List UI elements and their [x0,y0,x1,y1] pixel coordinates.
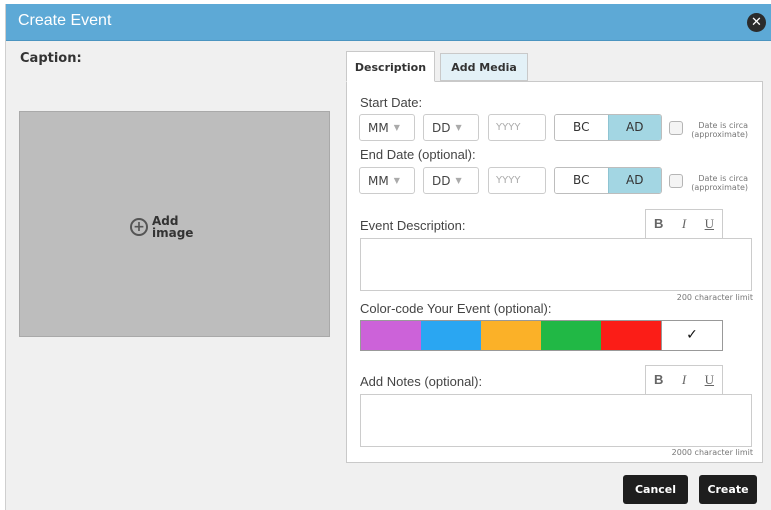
start-day-select[interactable]: DD ▼ [423,114,479,141]
chevron-down-icon: ▼ [393,123,400,132]
add-notes-textarea[interactable] [360,394,752,447]
italic-button[interactable]: I [671,210,696,238]
description-char-limit: 200 character limit [676,293,753,302]
start-era-toggle: BC AD [554,114,662,141]
end-era-bc-button[interactable]: BC [555,168,608,193]
plus-circle-icon: + [130,218,148,236]
end-day-value: DD [432,174,451,188]
caption-label: Caption: [20,51,82,66]
color-swatch-white[interactable]: ✓ [661,321,722,350]
start-date-label: Start Date: [360,95,423,110]
event-description-label: Event Description: [360,218,466,233]
start-circa-checkbox[interactable] [669,121,683,135]
end-year-input[interactable]: YYYY [488,167,546,194]
dialog-title: Create Event [18,12,112,29]
close-icon[interactable]: ✕ [747,13,766,32]
start-circa-line1: Date is circa [698,121,748,130]
end-date-label: End Date (optional): [360,147,476,162]
underline-button[interactable]: U [697,366,722,394]
start-month-select[interactable]: MM ▼ [359,114,415,141]
end-month-select[interactable]: MM ▼ [359,167,415,194]
chevron-down-icon: ▼ [455,176,462,185]
color-swatches: ✓ [360,320,723,351]
create-event-dialog: Create Event ✕ Caption: + Add image Desc… [5,4,771,510]
color-swatch-blue[interactable] [421,321,481,350]
start-era-bc-button[interactable]: BC [555,115,608,140]
end-circa-label: Date is circa (approximate) [686,174,748,192]
bold-button[interactable]: B [646,366,671,394]
italic-button[interactable]: I [671,366,696,394]
bold-button[interactable]: B [646,210,671,238]
end-circa-line1: Date is circa [698,174,748,183]
color-swatch-red[interactable] [601,321,661,350]
start-circa-line2: (approximate) [691,130,748,139]
color-code-label: Color-code Your Event (optional): [360,301,552,316]
chevron-down-icon: ▼ [393,176,400,185]
description-panel: Start Date: MM ▼ DD ▼ YYYY BC AD Date is c… [346,81,763,463]
notes-format-toolbar: B I U [645,365,723,394]
end-day-select[interactable]: DD ▼ [423,167,479,194]
start-year-input[interactable]: YYYY [488,114,546,141]
chevron-down-icon: ▼ [455,123,462,132]
end-era-ad-button[interactable]: AD [607,168,661,193]
event-description-textarea[interactable] [360,238,752,291]
description-format-toolbar: B I U [645,209,723,238]
start-era-ad-button[interactable]: AD [607,115,661,140]
color-swatch-orange[interactable] [481,321,541,350]
cancel-button[interactable]: Cancel [623,475,688,504]
color-swatch-purple[interactable] [361,321,421,350]
notes-char-limit: 2000 character limit [671,448,753,457]
dialog-titlebar: Create Event ✕ [6,4,771,41]
start-month-value: MM [368,121,389,135]
checkmark-icon: ✓ [686,327,698,343]
add-image-button[interactable]: + Add image [130,215,193,239]
tab-description[interactable]: Description [346,51,435,82]
color-swatch-green[interactable] [541,321,601,350]
add-image-label: Add image [152,215,193,239]
end-circa-line2: (approximate) [691,183,748,192]
end-month-value: MM [368,174,389,188]
add-image-area[interactable]: + Add image [19,111,330,337]
add-image-label-line2: image [152,226,194,240]
add-notes-label: Add Notes (optional): [360,374,483,389]
end-circa-checkbox[interactable] [669,174,683,188]
underline-button[interactable]: U [697,210,722,238]
end-era-toggle: BC AD [554,167,662,194]
start-day-value: DD [432,121,451,135]
tab-add-media[interactable]: Add Media [440,53,528,81]
start-circa-label: Date is circa (approximate) [686,121,748,139]
create-button[interactable]: Create [699,475,757,504]
